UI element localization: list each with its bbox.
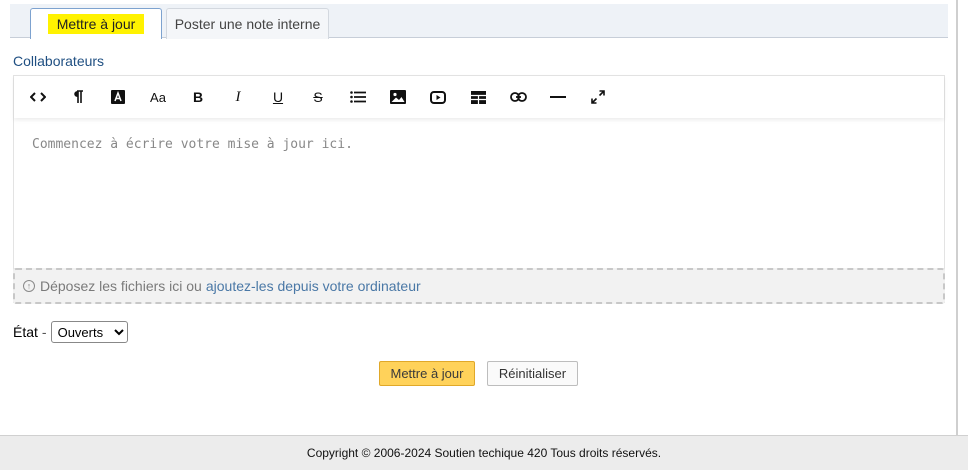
editor-toolbar: Aa B I U S [14, 76, 944, 118]
state-separator: - [41, 324, 47, 340]
reset-button[interactable]: Réinitialiser [487, 361, 578, 386]
state-select[interactable]: Ouverts [50, 321, 128, 343]
copyright-text: Copyright © 2006-2024 Soutien techique 4… [306, 446, 662, 460]
video-icon [430, 90, 446, 104]
font-size-button[interactable]: Aa [138, 81, 178, 113]
tab-bar: Mettre à jour Poster une note interne [10, 4, 948, 39]
paragraph-icon [72, 90, 84, 104]
fullscreen-icon [591, 90, 605, 104]
italic-icon: I [235, 88, 241, 105]
update-button[interactable]: Mettre à jour [379, 361, 475, 386]
upload-icon: ↑ [23, 280, 35, 292]
unordered-list-icon [350, 91, 366, 103]
tab-update[interactable]: Mettre à jour [30, 8, 162, 39]
insert-table-button[interactable] [458, 81, 498, 113]
italic-button[interactable]: I [218, 81, 258, 113]
rich-text-editor: Aa B I U S Commencez à écrire votre mise… [13, 75, 945, 304]
page-footer: Copyright © 2006-2024 Soutien techique 4… [0, 435, 968, 470]
underline-button[interactable]: U [258, 81, 298, 113]
underline-icon: U [272, 89, 284, 105]
fullscreen-button[interactable] [578, 81, 618, 113]
tab-internal-note-label: Poster une note interne [174, 16, 321, 32]
font-size-icon: Aa [150, 89, 166, 105]
strikethrough-button[interactable]: S [298, 81, 338, 113]
horizontal-rule-button[interactable] [538, 81, 578, 113]
unordered-list-button[interactable] [338, 81, 378, 113]
insert-video-button[interactable] [418, 81, 458, 113]
dropzone-text: Déposez les fichiers ici ou [40, 278, 202, 294]
paragraph-button[interactable] [58, 81, 98, 113]
image-icon [390, 90, 406, 104]
ticket-response-panel: Mettre à jour Poster une note interne Co… [0, 0, 958, 435]
editor-placeholder[interactable]: Commencez à écrire votre mise à jour ici… [32, 137, 353, 152]
strikethrough-icon: S [313, 89, 323, 105]
text-color-button[interactable] [98, 81, 138, 113]
state-row: État - Ouverts [13, 321, 128, 343]
add-files-link[interactable]: ajoutez-les depuis votre ordinateur [206, 278, 421, 294]
file-dropzone[interactable]: ↑ Déposez les fichiers ici ou ajoutez-le… [13, 268, 945, 304]
code-view-icon [30, 91, 46, 103]
bold-icon: B [192, 89, 204, 105]
text-color-icon [111, 90, 125, 104]
link-icon [509, 92, 527, 102]
bold-button[interactable]: B [178, 81, 218, 113]
insert-link-button[interactable] [498, 81, 538, 113]
table-icon [470, 90, 486, 104]
state-label: État [13, 324, 38, 340]
insert-image-button[interactable] [378, 81, 418, 113]
tab-internal-note[interactable]: Poster une note interne [166, 8, 329, 39]
horizontal-rule-icon [550, 95, 566, 99]
collaborators-link[interactable]: Collaborateurs [13, 53, 104, 69]
code-view-button[interactable] [18, 81, 58, 113]
tab-update-label: Mettre à jour [47, 14, 145, 34]
